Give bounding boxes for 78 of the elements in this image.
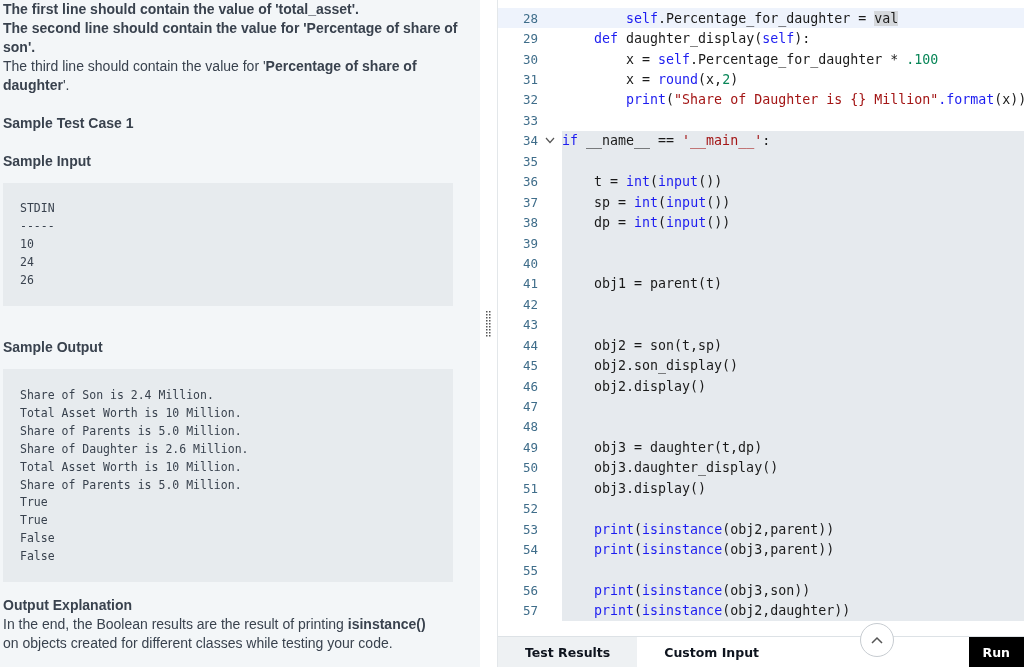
code-line: obj2.son_display() — [593, 358, 739, 374]
code-line: x = self.Percentage_for_daughter * .100 — [625, 51, 939, 67]
output-line: False — [20, 548, 56, 566]
line-number: 43 — [521, 317, 538, 333]
output-line: Total Asset Worth is 10 Million. — [20, 404, 243, 422]
line-number: 35 — [521, 153, 538, 169]
code-line: self.Percentage_for_daughter = val — [625, 10, 899, 26]
line-number: 38 — [521, 215, 538, 231]
output-line: Share of Parents is 5.0 Million. — [20, 422, 243, 440]
code-line: t = int(input()) — [593, 174, 723, 190]
run-button[interactable]: Run — [968, 637, 1024, 667]
code-line: print(isinstance(obj3,parent)) — [593, 542, 835, 558]
code-line: obj3.daughter_display() — [593, 460, 779, 476]
panel-tab[interactable]: Test Results — [498, 637, 638, 667]
line-number: 48 — [521, 419, 538, 435]
drag-handle-icon[interactable] — [485, 310, 492, 337]
line-number: 39 — [521, 235, 538, 251]
code-line: obj3.display() — [593, 480, 707, 496]
output-line: Total Asset Worth is 10 Million. — [20, 458, 243, 476]
chevron-up-icon — [871, 636, 884, 644]
line-number: 36 — [521, 174, 538, 190]
line-number: 49 — [521, 439, 538, 455]
instruction-text: The third line should contain the value for 'Percentage of share of daughter'. — [3, 57, 418, 95]
input-line: 24 — [20, 253, 35, 271]
output-line: False — [20, 530, 56, 548]
code-line: if __name__ == '__main__': — [562, 133, 771, 149]
line-number: 56 — [521, 582, 538, 598]
line-number: 41 — [521, 276, 538, 292]
line-number: 34 — [521, 133, 538, 149]
line-number: 55 — [521, 562, 538, 578]
code-line: sp = int(input()) — [593, 194, 731, 210]
line-number: 54 — [521, 542, 538, 558]
code-line: obj3 = daughter(t,dp) — [593, 439, 763, 455]
line-number: 52 — [521, 501, 538, 517]
line-number: 37 — [521, 194, 538, 210]
instruction-text: The second line should contain the value for 'Percentage of share of son'. — [3, 19, 458, 57]
chevron-down-icon[interactable] — [545, 137, 555, 145]
code-line: obj2 = son(t,sp) — [593, 337, 723, 353]
test-case-heading: Sample Test Case 1 — [3, 114, 135, 133]
input-line: ----- — [20, 217, 56, 235]
output-line: Share of Daughter is 2.6 Million. — [20, 440, 250, 458]
line-number: 51 — [521, 480, 538, 496]
line-number: 33 — [521, 112, 538, 128]
code-line: obj2.display() — [593, 378, 707, 394]
line-number: 45 — [521, 358, 538, 374]
line-number: 30 — [521, 51, 538, 67]
explanation-text: In the end, the Boolean results are the result of printing isinstance() on objects created for different classes while testing your code. — [3, 615, 427, 653]
line-number: 31 — [521, 72, 538, 88]
code-line: dp = int(input()) — [593, 215, 731, 231]
output-line: Share of Parents is 5.0 Million. — [20, 476, 243, 494]
input-line: 10 — [20, 235, 35, 253]
sample-output-heading: Sample Output — [3, 338, 104, 357]
line-number: 32 — [521, 92, 538, 108]
code-line: print("Share of Daughter is {} Million".format(x)) — [625, 92, 1024, 108]
code-line: x = round(x,2) — [625, 72, 739, 88]
output-line: True — [20, 494, 49, 512]
input-line: STDIN — [20, 200, 56, 217]
line-number: 42 — [521, 296, 538, 312]
instruction-text: The first line should contain the value of 'total_asset'. — [3, 0, 360, 19]
code-line: obj1 = parent(t) — [593, 276, 723, 292]
output-line: True — [20, 512, 49, 530]
line-number: 57 — [521, 603, 538, 619]
output-line: Share of Son is 2.4 Million. — [20, 387, 215, 404]
line-number: 53 — [521, 521, 538, 537]
sample-input-heading: Sample Input — [3, 152, 92, 171]
code-line: print(isinstance(obj3,son)) — [593, 582, 811, 598]
line-number: 28 — [521, 10, 538, 26]
line-number: 44 — [521, 337, 538, 353]
line-number: 47 — [521, 399, 538, 415]
line-number: 29 — [521, 31, 538, 47]
input-line: 26 — [20, 271, 35, 289]
code-line: def daughter_display(self): — [593, 31, 811, 47]
line-number: 50 — [521, 460, 538, 476]
line-number: 40 — [521, 255, 538, 271]
code-line: print(isinstance(obj2,parent)) — [593, 521, 835, 537]
explanation-heading: Output Explanation — [3, 596, 134, 615]
code-line: print(isinstance(obj2,daughter)) — [593, 603, 851, 619]
line-number: 46 — [521, 378, 538, 394]
